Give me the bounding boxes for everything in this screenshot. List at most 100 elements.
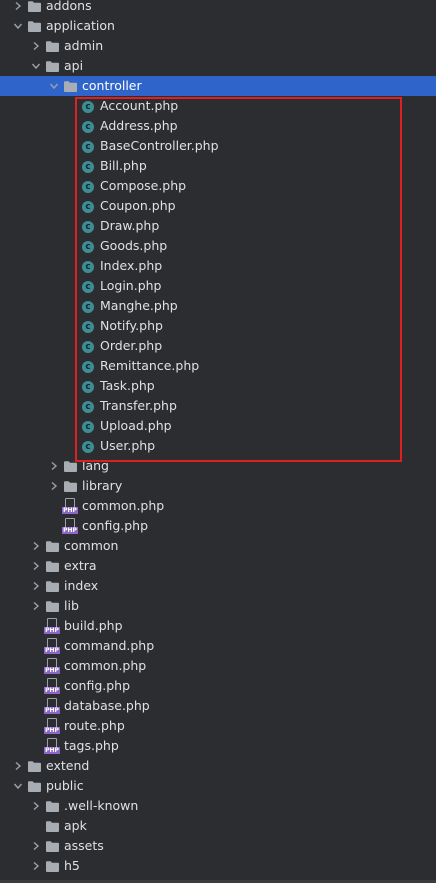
tree-item-label: Account.php	[100, 98, 179, 113]
tree-row-upload-php[interactable]: c Upload.php	[0, 416, 436, 436]
php-class-icon-glyph: c	[82, 380, 94, 393]
folder-icon	[44, 38, 60, 54]
php-class-icon-glyph: c	[82, 160, 94, 173]
tree-row-common-php[interactable]: PHP common.php	[0, 656, 436, 676]
tree-row-login-php[interactable]: c Login.php	[0, 276, 436, 296]
php-file-badge: PHP	[44, 647, 60, 654]
php-class-icon-glyph: c	[82, 240, 94, 253]
chevron-right-icon[interactable]	[12, 0, 24, 12]
tree-row-extend[interactable]: extend	[0, 756, 436, 776]
folder-icon	[26, 758, 42, 774]
tree-row-index-php[interactable]: c Index.php	[0, 256, 436, 276]
php-file-badge: PHP	[62, 527, 78, 534]
tree-row-command-php[interactable]: PHP command.php	[0, 636, 436, 656]
tree-row-common-php[interactable]: PHP common.php	[0, 496, 436, 516]
tree-row-addons[interactable]: addons	[0, 0, 436, 16]
tree-row-basecontroller-php[interactable]: c BaseController.php	[0, 136, 436, 156]
chevron-down-icon[interactable]	[12, 20, 24, 32]
tree-row-bill-php[interactable]: c Bill.php	[0, 156, 436, 176]
tree-row-config-php[interactable]: PHP config.php	[0, 676, 436, 696]
tree-item-label: Index.php	[100, 258, 163, 273]
tree-row-user-php[interactable]: c User.php	[0, 436, 436, 456]
tree-row-route-php[interactable]: PHP route.php	[0, 716, 436, 736]
tree-row-order-php[interactable]: c Order.php	[0, 336, 436, 356]
chevron-right-icon[interactable]	[30, 840, 42, 852]
tree-row-task-php[interactable]: c Task.php	[0, 376, 436, 396]
chevron-right-icon[interactable]	[48, 460, 60, 472]
tree-row-draw-php[interactable]: c Draw.php	[0, 216, 436, 236]
php-class-icon-glyph: c	[82, 320, 94, 333]
tree-row-tags-php[interactable]: PHP tags.php	[0, 736, 436, 756]
tree-row-notify-php[interactable]: c Notify.php	[0, 316, 436, 336]
folder-icon	[44, 838, 60, 854]
php-class-icon: c	[80, 158, 96, 174]
tree-row-manghe-php[interactable]: c Manghe.php	[0, 296, 436, 316]
tree-row-build-php[interactable]: PHP build.php	[0, 616, 436, 636]
php-class-icon: c	[80, 178, 96, 194]
php-class-icon-glyph: c	[82, 300, 94, 313]
php-file-icon: PHP	[44, 658, 60, 674]
chevron-down-icon[interactable]	[12, 780, 24, 792]
tree-item-label: Compose.php	[100, 178, 187, 193]
folder-icon	[44, 558, 60, 574]
chevron-down-icon[interactable]	[48, 80, 60, 92]
tree-row-well-known[interactable]: .well-known	[0, 796, 436, 816]
tree-row-config-php[interactable]: PHP config.php	[0, 516, 436, 536]
chevron-down-icon[interactable]	[30, 60, 42, 72]
tree-row-h5[interactable]: h5	[0, 856, 436, 876]
tree-row-lib[interactable]: lib	[0, 596, 436, 616]
chevron-right-icon[interactable]	[30, 860, 42, 872]
tree-row-lang[interactable]: lang	[0, 456, 436, 476]
tree-item-label: Login.php	[100, 278, 162, 293]
php-class-icon-glyph: c	[82, 280, 94, 293]
php-class-icon-glyph: c	[82, 220, 94, 233]
tree-item-label: lib	[64, 598, 79, 613]
chevron-right-icon[interactable]	[30, 600, 42, 612]
tree-row-address-php[interactable]: c Address.php	[0, 116, 436, 136]
chevron-right-icon[interactable]	[48, 480, 60, 492]
folder-icon	[44, 578, 60, 594]
tree-row-goods-php[interactable]: c Goods.php	[0, 236, 436, 256]
tree-item-label: common.php	[82, 498, 165, 513]
tree-row-remittance-php[interactable]: c Remittance.php	[0, 356, 436, 376]
tree-item-label: Bill.php	[100, 158, 147, 173]
tree-row-index[interactable]: index	[0, 576, 436, 596]
chevron-right-icon[interactable]	[12, 760, 24, 772]
php-file-badge: PHP	[62, 507, 78, 514]
tree-row-extra[interactable]: extra	[0, 556, 436, 576]
tree-item-label: public	[46, 778, 84, 793]
tree-item-label: route.php	[64, 718, 125, 733]
tree-row-common[interactable]: common	[0, 536, 436, 556]
tree-row-public[interactable]: public	[0, 776, 436, 796]
tree-row-transfer-php[interactable]: c Transfer.php	[0, 396, 436, 416]
tree-row-library[interactable]: library	[0, 476, 436, 496]
tree-row-compose-php[interactable]: c Compose.php	[0, 176, 436, 196]
tree-item-label: extend	[46, 758, 90, 773]
tree-row-assets[interactable]: assets	[0, 836, 436, 856]
tree-row-admin[interactable]: admin	[0, 36, 436, 56]
tree-row-coupon-php[interactable]: c Coupon.php	[0, 196, 436, 216]
php-file-icon: PHP	[62, 498, 78, 514]
tree-item-label: api	[64, 58, 84, 73]
php-file-badge: PHP	[44, 667, 60, 674]
chevron-right-icon[interactable]	[30, 560, 42, 572]
tree-row-controller[interactable]: controller	[0, 76, 436, 96]
tree-row-application[interactable]: application	[0, 16, 436, 36]
tree-item-label: Transfer.php	[100, 398, 177, 413]
php-class-icon: c	[80, 438, 96, 454]
chevron-right-icon[interactable]	[30, 800, 42, 812]
tree-item-label: admin	[64, 38, 104, 53]
tree-row-api[interactable]: api	[0, 56, 436, 76]
php-class-icon: c	[80, 138, 96, 154]
tree-item-label: common.php	[64, 658, 147, 673]
tree-item-label: common	[64, 538, 119, 553]
tree-row-account-php[interactable]: c Account.php	[0, 96, 436, 116]
tree-row-apk[interactable]: apk	[0, 816, 436, 836]
tree-row-database-php[interactable]: PHP database.php	[0, 696, 436, 716]
php-file-icon: PHP	[44, 718, 60, 734]
tree-item-label: BaseController.php	[100, 138, 219, 153]
chevron-right-icon[interactable]	[30, 40, 42, 52]
chevron-right-icon[interactable]	[30, 540, 42, 552]
folder-icon	[44, 538, 60, 554]
chevron-right-icon[interactable]	[30, 580, 42, 592]
